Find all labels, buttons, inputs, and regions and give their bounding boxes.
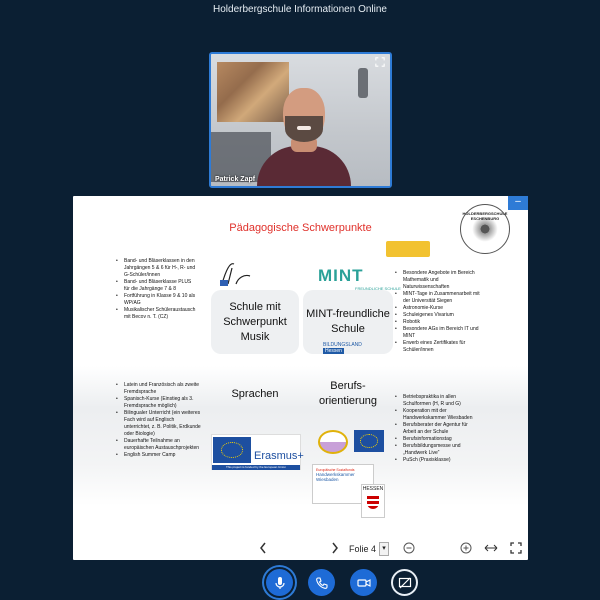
zoom-in-icon[interactable] bbox=[460, 542, 472, 554]
list-item: Erwerb eines Zertifikates für Schüler/in… bbox=[395, 340, 481, 354]
tile-languages: Sprachen bbox=[211, 372, 299, 416]
camera-button[interactable] bbox=[350, 569, 377, 596]
tile-languages-label: Sprachen bbox=[231, 387, 279, 400]
list-item: Betriebspraktika in allen Schulformen (H… bbox=[395, 394, 481, 408]
participant-name: Patrick Zapf bbox=[215, 176, 256, 183]
list-item: PuSch (Praxisklasse) bbox=[395, 457, 481, 464]
screen-share-button[interactable] bbox=[391, 569, 418, 596]
person-mouth bbox=[297, 126, 311, 130]
hessen-logo: HESSEN bbox=[361, 484, 385, 518]
eu-flag-icon bbox=[213, 437, 251, 463]
list-item: Musikalischer Schüleraustausch mit Becov… bbox=[116, 307, 198, 321]
mint-award-badge bbox=[386, 241, 430, 257]
eu-flag-icon bbox=[354, 430, 384, 452]
list-item: Besondere AGs im Bereich IT und MINT bbox=[395, 326, 481, 340]
erasmus-footnote: This project is funded by the European U… bbox=[212, 465, 300, 470]
music-logo-icon bbox=[220, 263, 251, 286]
list-item: Berufsinformationstag bbox=[395, 436, 481, 443]
list-item: Fortführung in Klasse 9 & 10 als WP/AG bbox=[116, 293, 198, 307]
career-bullet-list: Betriebspraktika in allen Schulformen (H… bbox=[395, 394, 481, 464]
fit-width-icon[interactable] bbox=[484, 543, 498, 553]
call-controls bbox=[0, 566, 600, 600]
fullscreen-icon[interactable] bbox=[374, 57, 386, 69]
list-item: English Summer Camp bbox=[116, 452, 202, 459]
phone-icon bbox=[315, 576, 328, 589]
list-item: Besondere Angebote im Bereich Mathematik… bbox=[395, 270, 481, 291]
languages-bullet-list: Latein und Französisch als zweite Fremds… bbox=[116, 382, 202, 459]
tile-music: Schule mit Schwerpunkt Musik bbox=[211, 290, 299, 354]
webcam-tile[interactable]: Patrick Zapf bbox=[209, 52, 392, 188]
mint-bullet-list: Besondere Angebote im Bereich Mathematik… bbox=[395, 270, 481, 354]
chevron-down-icon[interactable]: ▾ bbox=[379, 542, 390, 556]
minimize-presentation-button[interactable]: – bbox=[508, 196, 528, 210]
zoom-out-icon[interactable] bbox=[403, 542, 415, 554]
list-item: Bilingualer Unterricht (ein weiteres Fac… bbox=[116, 410, 202, 438]
music-bullet-list: Band- und Bläserklassen in den Jahrgänge… bbox=[116, 258, 198, 321]
list-item: Dauerhafte Teilnahme an europäischen Aus… bbox=[116, 438, 202, 452]
presentation-toolbar: Folie 4 ▾ 100 % bbox=[73, 536, 528, 560]
list-item: Band- und Bläserklasse PLUS für die Jahr… bbox=[116, 279, 198, 293]
hwk-title: Handwerkskammer Wiesbaden bbox=[316, 472, 355, 482]
tile-career-label: Berufs-orientierung bbox=[318, 380, 378, 407]
list-item: Kooperation mit der Handwerkskammer Wies… bbox=[395, 408, 481, 422]
slide-label: Folie 4 bbox=[349, 544, 377, 554]
list-item: Robotik bbox=[395, 319, 481, 326]
tile-music-label: Schule mit Schwerpunkt Musik bbox=[223, 300, 287, 343]
mint-logo: MINT bbox=[318, 266, 364, 285]
leave-audio-button[interactable] bbox=[308, 569, 335, 596]
list-item: Latein und Französisch als zweite Fremds… bbox=[116, 382, 202, 396]
hessen-logo-label: HESSEN bbox=[362, 486, 384, 492]
wall-painting bbox=[217, 62, 289, 122]
fullscreen-icon[interactable] bbox=[510, 542, 522, 554]
chevron-right-icon[interactable] bbox=[331, 542, 339, 554]
hessen-shield-icon bbox=[367, 495, 379, 509]
tile-mint-label: MINT-freundliche Schule bbox=[306, 308, 390, 335]
list-item: Band- und Bläserklassen in den Jahrgänge… bbox=[116, 258, 198, 279]
microphone-icon bbox=[274, 576, 285, 589]
chevron-left-icon[interactable] bbox=[259, 542, 267, 554]
hessen-label: Hessen bbox=[323, 348, 344, 354]
list-item: Spanisch-Kurse (Einstieg als 3. Fremdspr… bbox=[116, 396, 202, 410]
list-item: MINT-Tage in Zusammenarbeit mit der Univ… bbox=[395, 291, 481, 305]
list-item: Astronomie-Kurse bbox=[395, 305, 481, 312]
school-logo: HOLDERBERGSCHULE ESCHENBURG bbox=[460, 204, 510, 254]
school-logo-text: HOLDERBERGSCHULE ESCHENBURG bbox=[462, 211, 508, 221]
microphone-button[interactable] bbox=[266, 569, 293, 596]
erasmus-label: Erasmus+ bbox=[254, 450, 304, 462]
list-item: Berufsberater der Agentur für Arbeit an … bbox=[395, 422, 481, 436]
mint-logo-subtitle: FREUNDLICHE SCHULE bbox=[355, 286, 401, 291]
window-title: Holderbergschule Informationen Online bbox=[213, 4, 387, 15]
presentation-area[interactable]: – Pädagogische Schwerpunkte HOLDERBERGSC… bbox=[73, 196, 528, 560]
list-item: Berufsbildungsmesse und „Handwerk Live“ bbox=[395, 443, 481, 457]
bildungsland-hessen-logo: BILDUNGSLAND Hessen bbox=[323, 342, 383, 356]
lamp bbox=[358, 68, 368, 98]
tile-career: Berufs-orientierung bbox=[303, 372, 393, 416]
list-item: Schuleigenes Vivarium bbox=[395, 312, 481, 319]
screen-share-off-icon bbox=[398, 577, 411, 588]
camera-icon bbox=[356, 578, 371, 587]
quality-seal-icon bbox=[318, 430, 348, 454]
slide-selector[interactable]: Folie 4 ▾ bbox=[349, 542, 390, 556]
